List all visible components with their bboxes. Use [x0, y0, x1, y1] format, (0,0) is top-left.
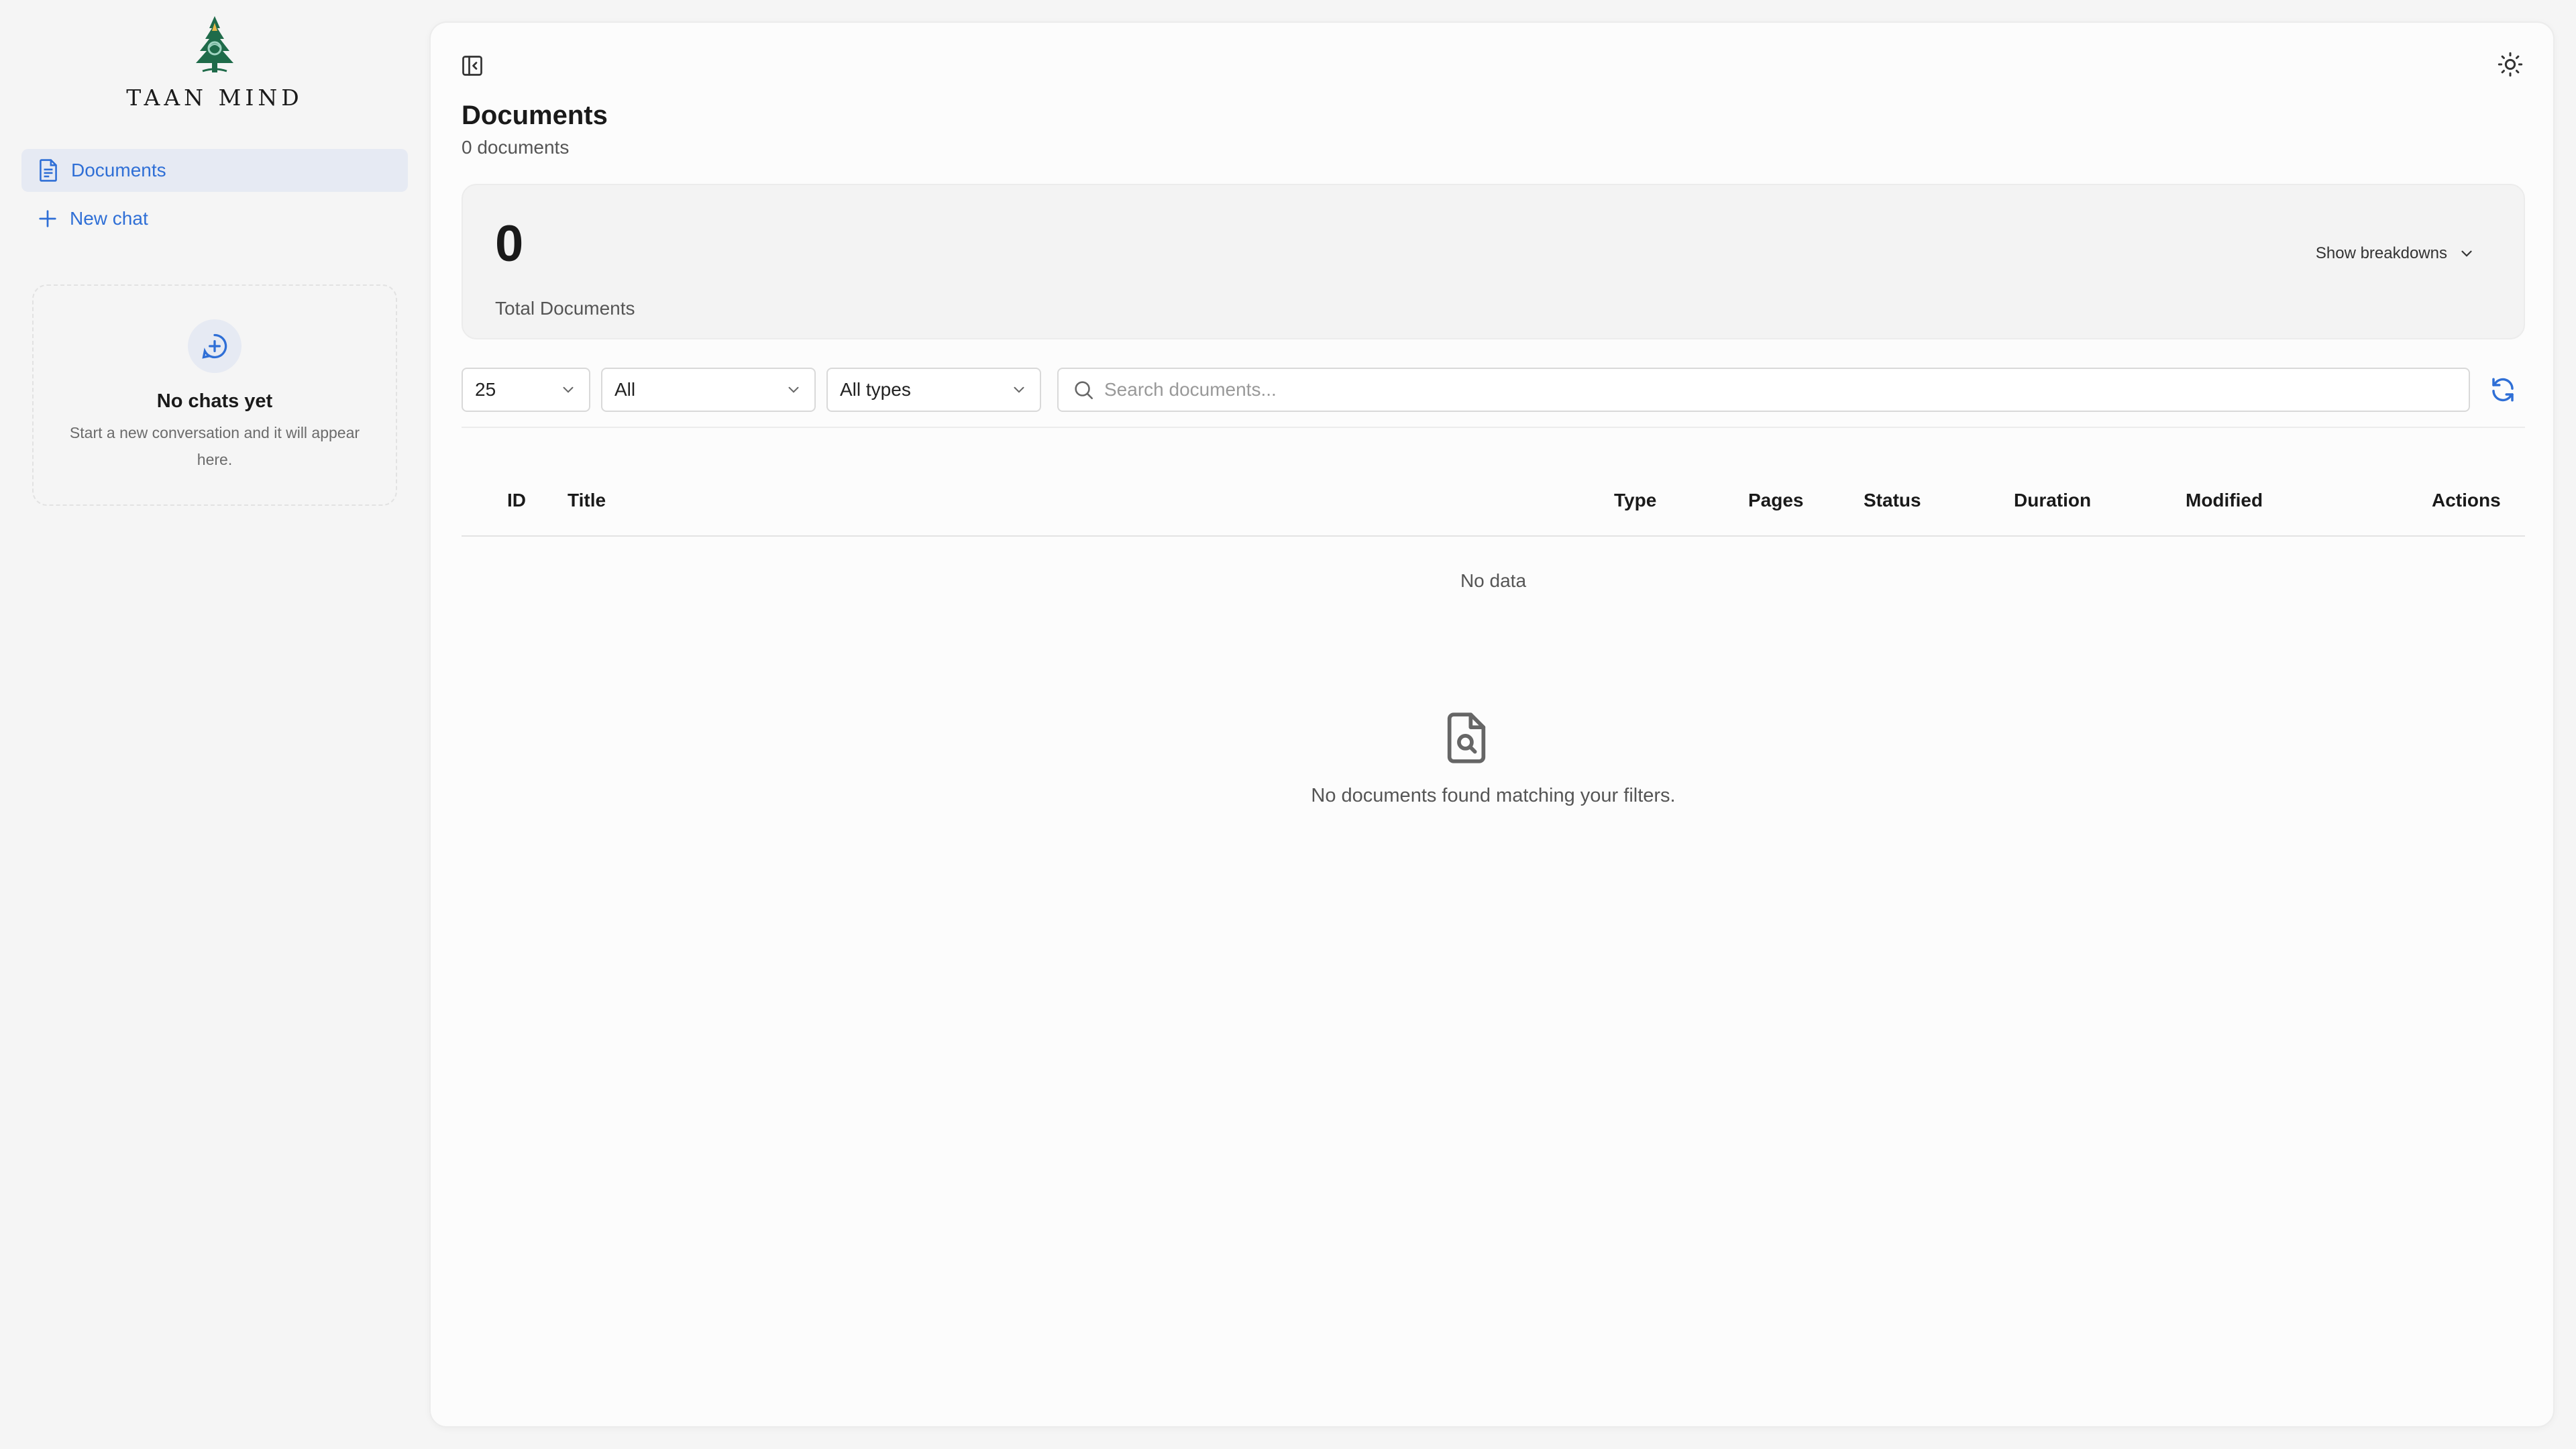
document-icon: [40, 159, 57, 182]
column-header-id[interactable]: ID: [507, 490, 526, 511]
status-filter-select[interactable]: All: [601, 368, 816, 412]
column-header-pages[interactable]: Pages: [1748, 490, 1804, 511]
tree-logo-icon: [196, 16, 233, 72]
refresh-button[interactable]: [2489, 376, 2517, 407]
sun-icon: [2498, 52, 2523, 77]
sidebar-toggle-button[interactable]: [460, 54, 484, 81]
type-filter-select[interactable]: All types: [826, 368, 1041, 412]
document-count: 0 documents: [462, 137, 570, 158]
sidebar-item-documents[interactable]: Documents: [21, 149, 408, 192]
table-header: ID Title Type Pages Status Duration Modi…: [462, 449, 2525, 537]
brand-logo[interactable]: TAAN MIND: [0, 13, 429, 111]
chats-empty-description: Start a new conversation and it will app…: [69, 424, 360, 468]
brand-name: TAAN MIND: [126, 85, 303, 111]
chevron-down-icon: [1014, 386, 1024, 393]
file-search-icon: [1441, 710, 1492, 769]
search-box: [1057, 368, 2470, 412]
column-header-modified[interactable]: Modified: [2186, 490, 2263, 511]
stats-card: 0 Total Documents Show breakdowns: [462, 184, 2525, 339]
chats-empty-title: No chats yet: [156, 390, 273, 412]
sidebar-item-label: Documents: [71, 160, 166, 180]
column-header-duration[interactable]: Duration: [2014, 490, 2091, 511]
filters-divider: [462, 427, 2525, 428]
column-header-title[interactable]: Title: [568, 490, 606, 511]
sidebar-item-new-chat[interactable]: New chat: [21, 197, 408, 240]
total-documents-label: Total Documents: [495, 298, 635, 319]
table-no-data: No data: [1460, 570, 1527, 591]
show-breakdowns-button[interactable]: Show breakdowns: [2316, 244, 2475, 263]
empty-state-message: No documents found matching your filters…: [1311, 785, 1676, 806]
column-header-type[interactable]: Type: [1614, 490, 1656, 511]
column-header-actions: Actions: [2432, 490, 2501, 511]
column-header-status[interactable]: Status: [1864, 490, 1921, 511]
chats-empty-state: No chats yet Start a new conversation an…: [32, 284, 397, 506]
show-breakdowns-label: Show breakdowns: [2315, 244, 2447, 262]
chevron-down-icon: [563, 386, 574, 393]
sidebar: TAAN MIND Documents New chat No chats ye…: [0, 0, 429, 1449]
chevron-down-icon: [2461, 250, 2472, 257]
plus-icon: [39, 210, 56, 227]
chat-bubble-plus-icon: [188, 319, 241, 373]
main-panel: Documents 0 documents 0 Total Documents …: [429, 21, 2555, 1428]
search-icon: [1075, 381, 1093, 400]
page-size-select[interactable]: 25: [462, 368, 590, 412]
total-documents-value: 0: [495, 215, 524, 272]
status-filter-value: All: [614, 379, 636, 400]
refresh-icon: [2492, 378, 2514, 402]
chevron-down-icon: [788, 386, 799, 393]
page-title: Documents: [462, 101, 608, 130]
search-input[interactable]: [1104, 379, 2469, 400]
theme-toggle-button[interactable]: [2497, 51, 2524, 81]
sidebar-collapse-icon: [462, 56, 482, 76]
type-filter-value: All types: [840, 379, 911, 400]
sidebar-item-label: New chat: [70, 208, 148, 229]
page-size-value: 25: [475, 379, 496, 400]
